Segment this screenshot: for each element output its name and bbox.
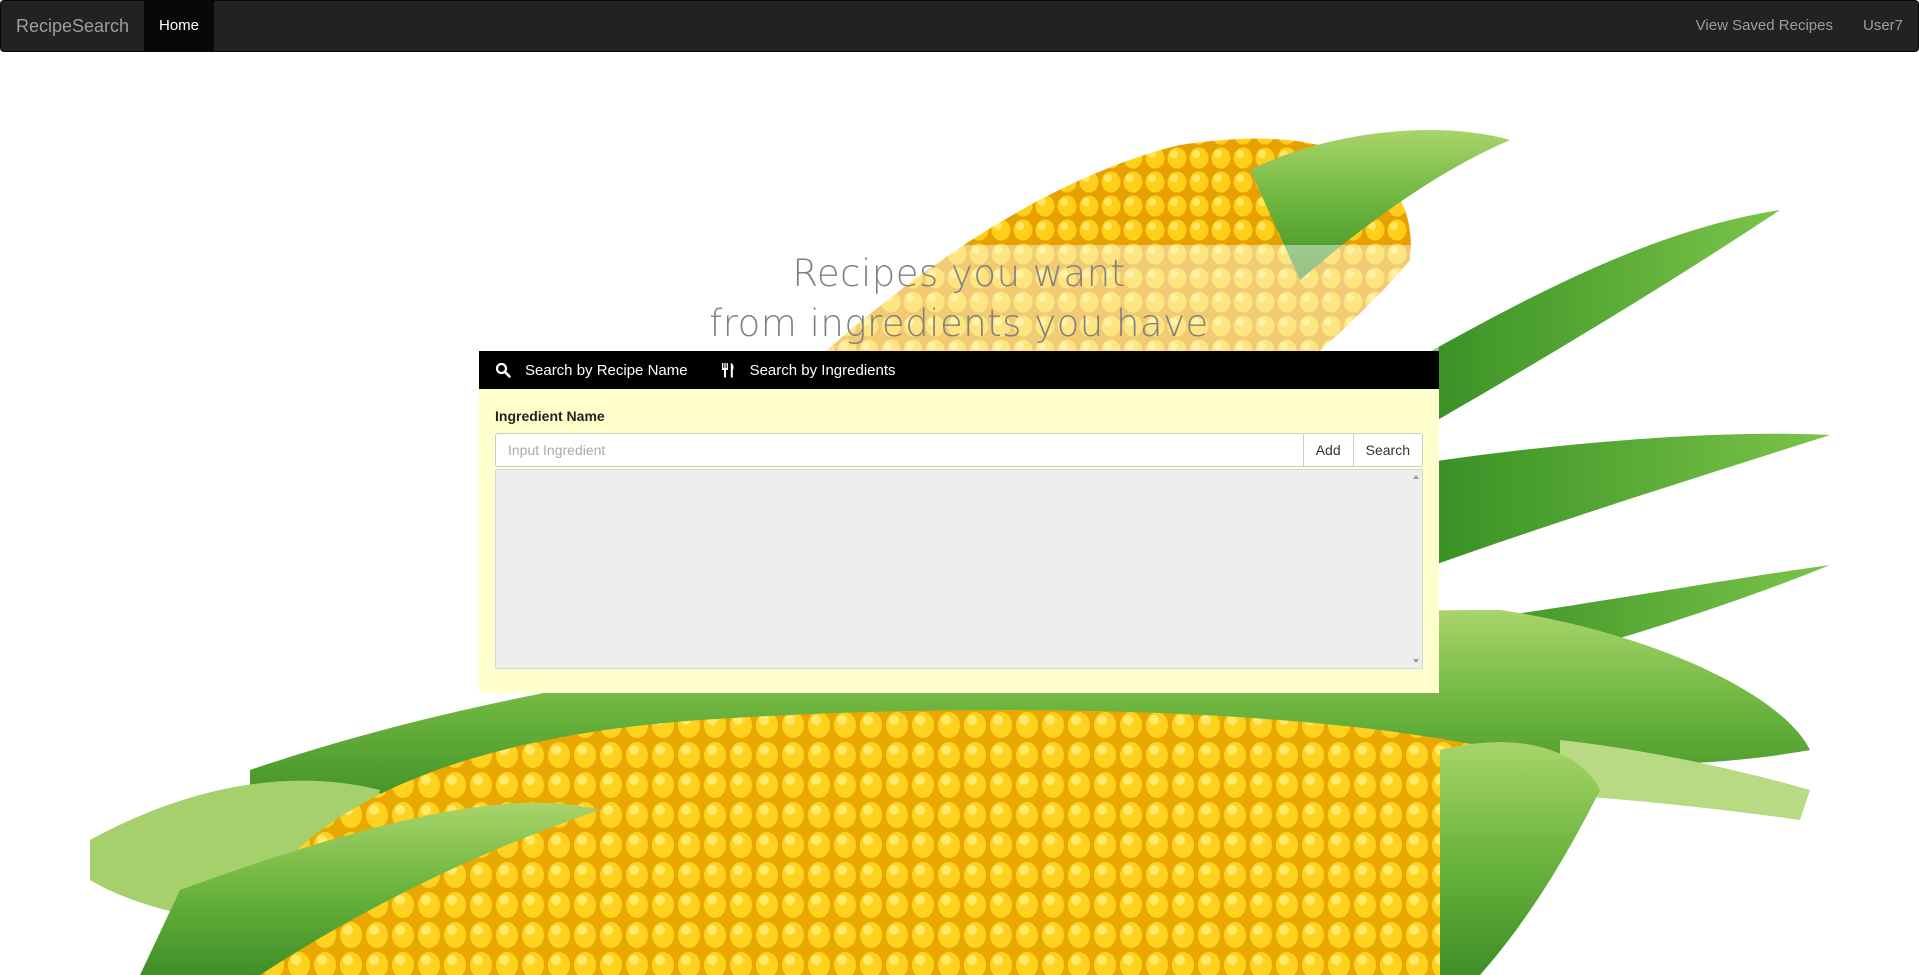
view-saved-recipes-link[interactable]: View Saved Recipes [1681, 1, 1848, 51]
hero-title-line-1: Recipes you want [792, 252, 1126, 295]
brand-link[interactable]: RecipeSearch [16, 1, 129, 51]
ingredient-list-box[interactable] [495, 469, 1423, 669]
tab-label: Search by Recipe Name [525, 361, 688, 379]
hero-title-line-2: from ingredients you have [709, 302, 1209, 345]
ingredient-input[interactable] [495, 433, 1304, 467]
user-menu-link[interactable]: User7 [1848, 1, 1918, 51]
add-button[interactable]: Add [1303, 433, 1354, 467]
tab-search-by-ingredients[interactable]: Search by Ingredients [704, 351, 912, 389]
ingredient-input-group: Add Search [495, 433, 1423, 467]
page: RecipeSearch Home View Saved Recipes Use… [0, 0, 1919, 975]
tab-label: Search by Ingredients [749, 361, 896, 379]
scroll-down-arrow-icon[interactable] [1413, 659, 1419, 663]
navbar-right: View Saved Recipes User7 [1681, 1, 1918, 51]
ingredient-name-label: Ingredient Name [495, 408, 605, 424]
search-icon [495, 362, 511, 378]
nav-home-link[interactable]: Home [144, 1, 214, 51]
scroll-up-arrow-icon[interactable] [1413, 475, 1419, 479]
search-panel: Search by Recipe Name Search by Ingredie… [479, 351, 1439, 693]
top-navbar: RecipeSearch Home View Saved Recipes Use… [0, 0, 1919, 52]
search-button[interactable]: Search [1353, 433, 1423, 467]
cutlery-icon [721, 363, 734, 378]
search-tabs: Search by Recipe Name Search by Ingredie… [479, 351, 1439, 389]
tab-search-by-recipe-name[interactable]: Search by Recipe Name [479, 351, 704, 389]
